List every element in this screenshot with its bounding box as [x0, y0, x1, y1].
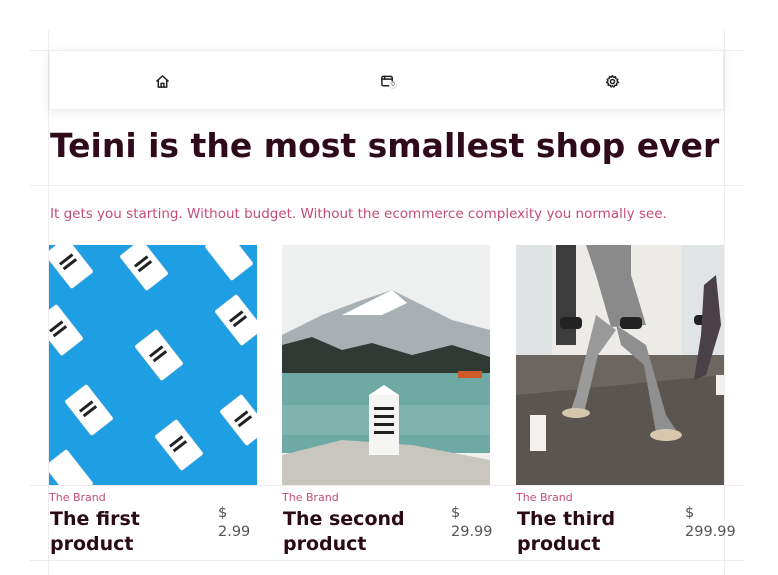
nav-settings-button[interactable] [602, 71, 622, 91]
product-image[interactable] [49, 245, 257, 485]
top-nav: 0 [49, 50, 724, 110]
product-name[interactable]: The third product [517, 507, 667, 557]
mountain-lake-image [282, 245, 490, 485]
price-currency: $ [218, 505, 228, 521]
product-card[interactable]: The Brand The first product $ 2.99 [49, 245, 257, 555]
cart-count-badge: 0 [389, 81, 397, 89]
layout-guide [30, 560, 744, 561]
product-brand: The Brand [49, 491, 106, 504]
gym-workout-image [516, 245, 724, 485]
price-currency: $ [451, 505, 461, 521]
boxed-water-cartons-image [49, 245, 257, 485]
product-price: $ 299.99 [685, 504, 736, 542]
nav-home-button[interactable] [152, 71, 172, 91]
product-image[interactable] [282, 245, 490, 485]
product-image[interactable] [516, 245, 724, 485]
product-brand: The Brand [516, 491, 573, 504]
price-currency: $ [685, 505, 695, 521]
price-amount: 2.99 [218, 524, 251, 540]
layout-guide [724, 30, 725, 575]
page-subtitle: It gets you starting. Without budget. Wi… [50, 206, 667, 222]
nav-cart-button[interactable]: 0 [377, 71, 397, 91]
layout-guide [30, 185, 744, 186]
product-card[interactable]: The Brand The second product $ 29.99 [282, 245, 493, 555]
product-price: $ 2.99 [218, 504, 250, 542]
product-brand: The Brand [282, 491, 339, 504]
home-icon [155, 74, 169, 88]
gear-icon [605, 74, 619, 88]
price-amount: 299.99 [685, 524, 736, 540]
product-name[interactable]: The first product [50, 507, 200, 557]
page-title: Teini is the most smallest shop ever [50, 126, 720, 165]
price-amount: 29.99 [451, 524, 493, 540]
product-card[interactable]: The Brand The third product $ 299.99 [516, 245, 736, 555]
product-name[interactable]: The second product [283, 507, 433, 557]
product-price: $ 29.99 [451, 504, 493, 542]
